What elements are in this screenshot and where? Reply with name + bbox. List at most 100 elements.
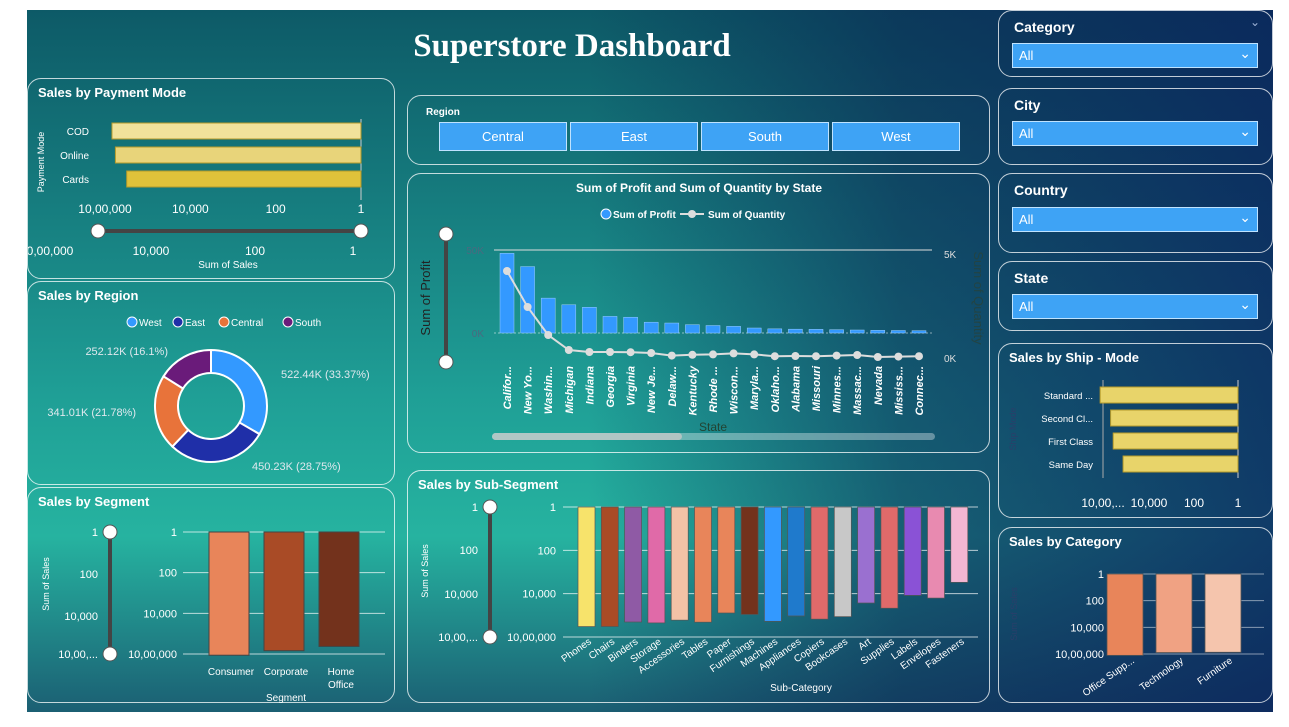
donut-slice xyxy=(210,348,268,436)
category-label: Alabama xyxy=(790,366,802,413)
data-label: 522.44K (33.37%) xyxy=(281,369,370,381)
series-point xyxy=(915,352,923,361)
profit-quantity-chart[interactable]: Sum of Profit and Sum of Quantity by Sta… xyxy=(408,174,991,454)
category-label: Washin... xyxy=(543,366,555,414)
category-label: Oklaho... xyxy=(770,366,782,412)
slider-tick-label: 1 xyxy=(350,244,357,258)
slider-tick-label: 100 xyxy=(80,569,98,581)
shipmode-chart[interactable]: Ship Mode Standard ... Second Cl... First C… xyxy=(999,344,1273,519)
bar xyxy=(208,531,250,656)
tick-label: 10,000 xyxy=(1131,496,1168,510)
state-slicer-card: State All ⌄ xyxy=(998,261,1273,331)
series-point xyxy=(626,348,635,357)
series-point xyxy=(647,349,656,357)
legend-label: East xyxy=(185,318,205,329)
category-slicer-label: Category xyxy=(1014,19,1075,35)
category-label: First Class xyxy=(1048,437,1093,448)
bar xyxy=(1110,409,1239,427)
slider-tick-label: 10,000 xyxy=(64,611,98,623)
shipmode-card: Sales by Ship - Mode Ship Mode Standard .… xyxy=(998,343,1273,518)
state-dropdown-value: All xyxy=(1019,299,1034,314)
bar xyxy=(1155,573,1193,653)
tick-label: 1 xyxy=(358,202,365,216)
tick-label: 10,00,... xyxy=(1081,496,1124,510)
region-button-west[interactable]: West xyxy=(832,122,960,151)
tick-label: 1 xyxy=(550,502,556,514)
slider-handle xyxy=(102,524,118,540)
bar xyxy=(643,321,659,334)
slider-tick-label: 10,000 xyxy=(444,589,478,601)
region-button-east[interactable]: East xyxy=(570,122,698,151)
region-donut-chart[interactable]: West East Central South 522.44K (33.37%) 450.… xyxy=(28,282,396,486)
bar xyxy=(950,506,969,583)
legend-label: Sum of Profit xyxy=(613,210,676,221)
region-button-south[interactable]: South xyxy=(701,122,829,151)
y-axis-label-right: Sum of Quantity xyxy=(971,251,986,345)
tick-label: 100 xyxy=(538,545,556,557)
bar xyxy=(740,506,759,615)
tick-label: 10,000 xyxy=(172,202,209,216)
x-axis-label: Sub-Category xyxy=(770,683,832,694)
category-label: Furniture xyxy=(1196,655,1235,687)
category-label: Kentucky xyxy=(687,365,699,415)
segment-card: Sales by Segment Sum of Sales 1 100 10,000 1… xyxy=(27,487,396,704)
category-chart[interactable]: Sum of Sales 1 100 10,000 10,00,000Office Su… xyxy=(999,528,1273,704)
bar xyxy=(880,506,899,609)
category-label: Corporate xyxy=(264,667,309,678)
slider-tick-label: 100 xyxy=(245,244,265,258)
bar xyxy=(767,328,783,334)
state-dropdown[interactable]: All ⌄ xyxy=(1012,294,1258,319)
slicer-collapse-icon[interactable]: ⌄ xyxy=(1250,15,1260,29)
category-slicer-card: Category ⌄ All ⌄ xyxy=(998,10,1273,77)
subsegment-chart[interactable]: Sum of Sales 1 100 10,000 10,00,... 1 100 10,00… xyxy=(408,471,991,704)
data-label: 450.23K (28.75%) xyxy=(252,461,341,473)
category-label: Home xyxy=(328,667,355,678)
country-dropdown[interactable]: All ⌄ xyxy=(1012,207,1258,232)
chevron-down-icon: ⌄ xyxy=(1239,296,1251,312)
bar xyxy=(318,531,360,647)
region-button-central[interactable]: Central xyxy=(439,122,567,151)
country-slicer-label: Country xyxy=(1014,182,1068,198)
data-label: 341.01K (21.78%) xyxy=(47,407,136,419)
bar xyxy=(1112,432,1239,450)
bar xyxy=(810,506,829,620)
bar xyxy=(126,170,362,188)
series-point xyxy=(606,348,614,356)
category-label: Rhode ... xyxy=(708,366,720,412)
bar xyxy=(602,316,618,334)
slider-tick-label: 100 xyxy=(460,545,478,557)
category-dropdown[interactable]: All ⌄ xyxy=(1012,43,1258,68)
city-dropdown[interactable]: All ⌄ xyxy=(1012,121,1258,146)
bar xyxy=(685,324,700,334)
slider-handle xyxy=(102,646,118,662)
category-label: Mississ... xyxy=(893,366,905,415)
category-label: Georgia xyxy=(605,366,617,408)
bar xyxy=(647,506,666,624)
bar xyxy=(927,506,945,599)
bar xyxy=(746,327,762,334)
bar xyxy=(849,329,865,334)
legend-marker xyxy=(282,316,294,328)
slider-tick-label: 10,000 xyxy=(133,244,170,258)
series-point xyxy=(667,351,676,360)
series-point xyxy=(853,351,862,359)
tick-label: 0K xyxy=(472,329,485,340)
series-point xyxy=(564,346,573,354)
slider-tick-label: 1 xyxy=(472,502,478,514)
tick-label: 0K xyxy=(944,354,957,365)
bar xyxy=(833,506,852,617)
legend-label: West xyxy=(139,318,162,329)
y-axis-label: Sum of Sales xyxy=(41,557,51,611)
segment-chart[interactable]: Sum of Sales 1 100 10,000 10,00,... 1 100 10,00… xyxy=(28,488,396,704)
legend-marker xyxy=(172,316,184,328)
region-slicer-card: Region Central East South West xyxy=(407,95,990,165)
bar xyxy=(764,506,782,622)
tick-label: 100 xyxy=(1184,496,1204,510)
payment-mode-card: Sales by Payment Mode Payment Mode COD Onl… xyxy=(27,78,395,279)
category-label: Wiscon... xyxy=(729,366,741,414)
x-axis-label: State xyxy=(699,420,727,434)
payment-mode-chart[interactable]: Payment Mode CODOnlineCards10,00,000 10,00… xyxy=(28,79,396,280)
legend-marker xyxy=(126,316,138,328)
category-label: Consumer xyxy=(208,667,255,678)
bar xyxy=(717,506,736,614)
